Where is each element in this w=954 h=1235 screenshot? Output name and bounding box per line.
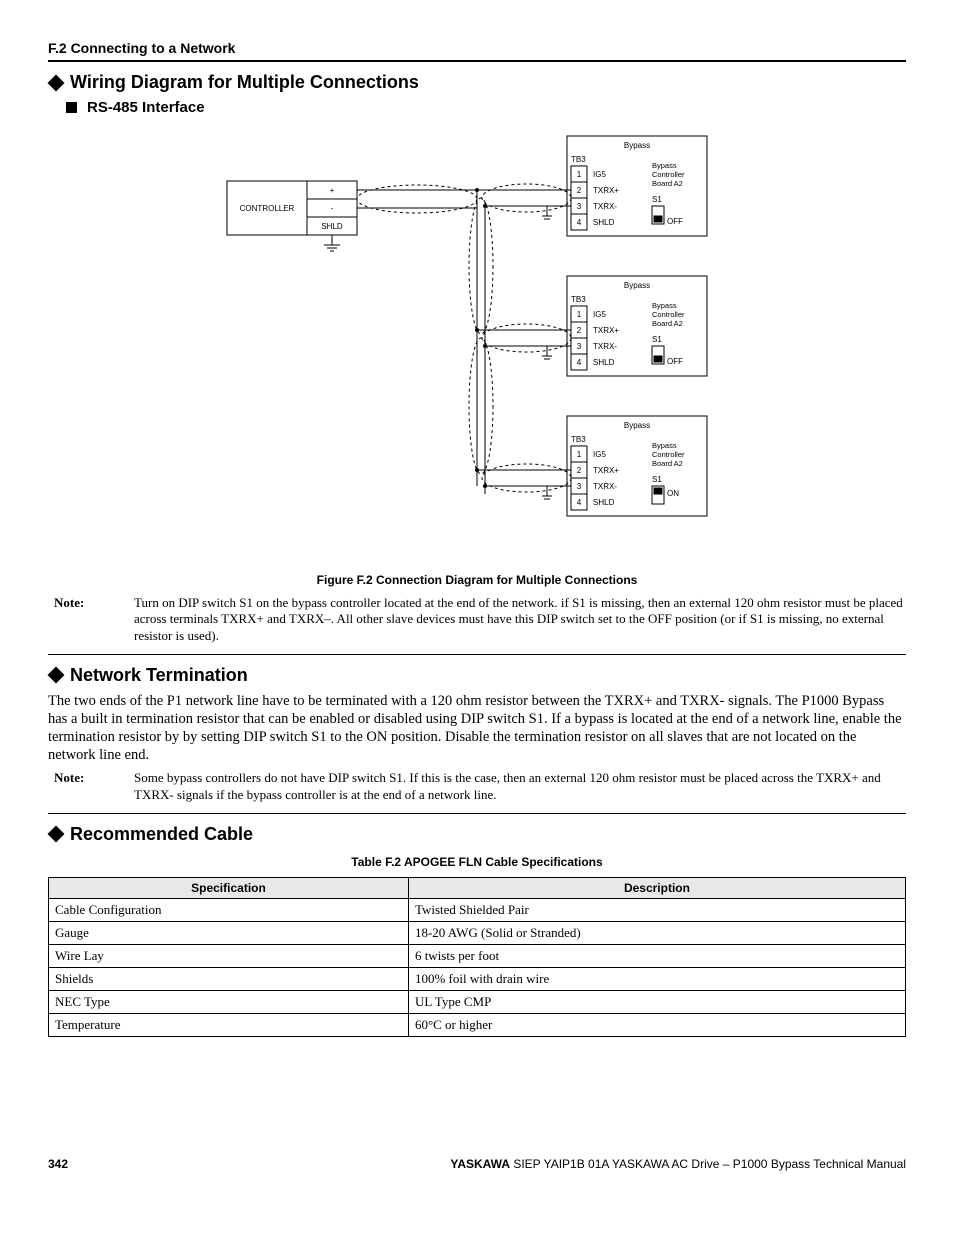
svg-text:4: 4 <box>577 498 582 507</box>
svg-text:-: - <box>331 204 334 213</box>
svg-text:3: 3 <box>577 342 582 351</box>
svg-text:IG5: IG5 <box>593 170 606 179</box>
svg-text:S1: S1 <box>652 475 662 484</box>
svg-text:TXRX-: TXRX- <box>593 342 617 351</box>
heading-text: Network Termination <box>70 665 248 686</box>
table-cell: 100% foil with drain wire <box>408 967 905 990</box>
svg-text:2: 2 <box>577 466 582 475</box>
svg-text:Bypass: Bypass <box>624 281 650 290</box>
svg-text:CONTROLLER: CONTROLLER <box>240 204 295 213</box>
svg-text:S1: S1 <box>652 335 662 344</box>
svg-text:+: + <box>330 186 335 195</box>
network-termination-paragraph: The two ends of the P1 network line have… <box>48 692 906 765</box>
table-row: Shields100% foil with drain wire <box>49 967 906 990</box>
table-cell: 60°C or higher <box>408 1013 905 1036</box>
header-rule <box>48 60 906 62</box>
svg-text:2: 2 <box>577 326 582 335</box>
table-cell: Cable Configuration <box>49 898 409 921</box>
heading-recommended-cable: Recommended Cable <box>48 824 906 845</box>
heading-text: Recommended Cable <box>70 824 253 845</box>
diamond-bullet-icon <box>48 667 65 684</box>
svg-text:1: 1 <box>577 170 582 179</box>
note-text: Turn on DIP switch S1 on the bypass cont… <box>134 595 906 644</box>
square-bullet-icon <box>66 102 77 113</box>
section-rule <box>48 654 906 655</box>
table-row: Cable ConfigurationTwisted Shielded Pair <box>49 898 906 921</box>
cable-spec-table: Specification Description Cable Configur… <box>48 877 906 1037</box>
note-dip-switch: Note: Turn on DIP switch S1 on the bypas… <box>48 595 906 644</box>
svg-text:SHLD: SHLD <box>593 218 615 227</box>
table-header-desc: Description <box>408 877 905 898</box>
table-cell: Temperature <box>49 1013 409 1036</box>
table-cell: UL Type CMP <box>408 990 905 1013</box>
svg-text:4: 4 <box>577 358 582 367</box>
diamond-bullet-icon <box>48 826 65 843</box>
heading-text: Wiring Diagram for Multiple Connections <box>70 72 419 93</box>
diamond-bullet-icon <box>48 74 65 91</box>
figure-caption: Figure F.2 Connection Diagram for Multip… <box>48 573 906 587</box>
svg-text:SHLD: SHLD <box>321 222 343 231</box>
svg-text:Controller: Controller <box>652 450 685 459</box>
svg-text:4: 4 <box>577 218 582 227</box>
table-cell: Gauge <box>49 921 409 944</box>
svg-text:3: 3 <box>577 482 582 491</box>
table-row: Wire Lay6 twists per foot <box>49 944 906 967</box>
heading-network-termination: Network Termination <box>48 665 906 686</box>
table-cell: Wire Lay <box>49 944 409 967</box>
table-row: NEC TypeUL Type CMP <box>49 990 906 1013</box>
table-cell: Shields <box>49 967 409 990</box>
svg-text:TB3: TB3 <box>571 155 586 164</box>
svg-text:OFF: OFF <box>667 217 683 226</box>
svg-text:Board A2: Board A2 <box>652 459 683 468</box>
svg-text:TXRX-: TXRX- <box>593 202 617 211</box>
note-text: Some bypass controllers do not have DIP … <box>134 770 906 803</box>
table-cell: 18-20 AWG (Solid or Stranded) <box>408 921 905 944</box>
page-footer: 342 YASKAWA SIEP YAIP1B 01A YASKAWA AC D… <box>48 1157 906 1171</box>
heading-text: RS-485 Interface <box>87 99 205 116</box>
svg-text:Bypass: Bypass <box>652 161 677 170</box>
svg-text:3: 3 <box>577 202 582 211</box>
table-row: Gauge18-20 AWG (Solid or Stranded) <box>49 921 906 944</box>
svg-text:ON: ON <box>667 489 679 498</box>
svg-text:TB3: TB3 <box>571 435 586 444</box>
note-no-s1: Note: Some bypass controllers do not hav… <box>48 770 906 803</box>
svg-text:Board A2: Board A2 <box>652 179 683 188</box>
svg-text:SHLD: SHLD <box>593 498 615 507</box>
table-header-spec: Specification <box>49 877 409 898</box>
table-row: Temperature60°C or higher <box>49 1013 906 1036</box>
table-cell: Twisted Shielded Pair <box>408 898 905 921</box>
section-rule <box>48 813 906 814</box>
svg-text:OFF: OFF <box>667 357 683 366</box>
svg-text:Bypass: Bypass <box>652 301 677 310</box>
heading-rs485: RS-485 Interface <box>66 99 906 116</box>
svg-text:IG5: IG5 <box>593 450 606 459</box>
svg-text:TXRX+: TXRX+ <box>593 466 619 475</box>
note-label: Note: <box>48 770 114 803</box>
svg-text:IG5: IG5 <box>593 310 606 319</box>
note-label: Note: <box>48 595 114 644</box>
svg-text:TXRX+: TXRX+ <box>593 326 619 335</box>
table-cell: NEC Type <box>49 990 409 1013</box>
running-header: F.2 Connecting to a Network <box>48 40 906 56</box>
heading-wiring-diagram: Wiring Diagram for Multiple Connections <box>48 72 906 93</box>
svg-text:Controller: Controller <box>652 310 685 319</box>
svg-text:1: 1 <box>577 450 582 459</box>
svg-text:SHLD: SHLD <box>593 358 615 367</box>
svg-text:Board A2: Board A2 <box>652 319 683 328</box>
svg-text:TXRX-: TXRX- <box>593 482 617 491</box>
svg-text:1: 1 <box>577 310 582 319</box>
wiring-diagram: CONTROLLER + - SHLD Bypass TB3 1 IG5 2 TXRX+ 3 TXRX… <box>48 126 906 561</box>
page-number: 342 <box>48 1157 68 1171</box>
footer-text: YASKAWA SIEP YAIP1B 01A YASKAWA AC Drive… <box>450 1157 906 1171</box>
svg-text:TB3: TB3 <box>571 295 586 304</box>
svg-text:Bypass: Bypass <box>624 421 650 430</box>
table-caption: Table F.2 APOGEE FLN Cable Specification… <box>48 855 906 869</box>
svg-text:TXRX+: TXRX+ <box>593 186 619 195</box>
svg-text:Bypass: Bypass <box>624 141 650 150</box>
svg-text:Controller: Controller <box>652 170 685 179</box>
table-cell: 6 twists per foot <box>408 944 905 967</box>
svg-text:2: 2 <box>577 186 582 195</box>
svg-text:S1: S1 <box>652 195 662 204</box>
svg-text:Bypass: Bypass <box>652 441 677 450</box>
